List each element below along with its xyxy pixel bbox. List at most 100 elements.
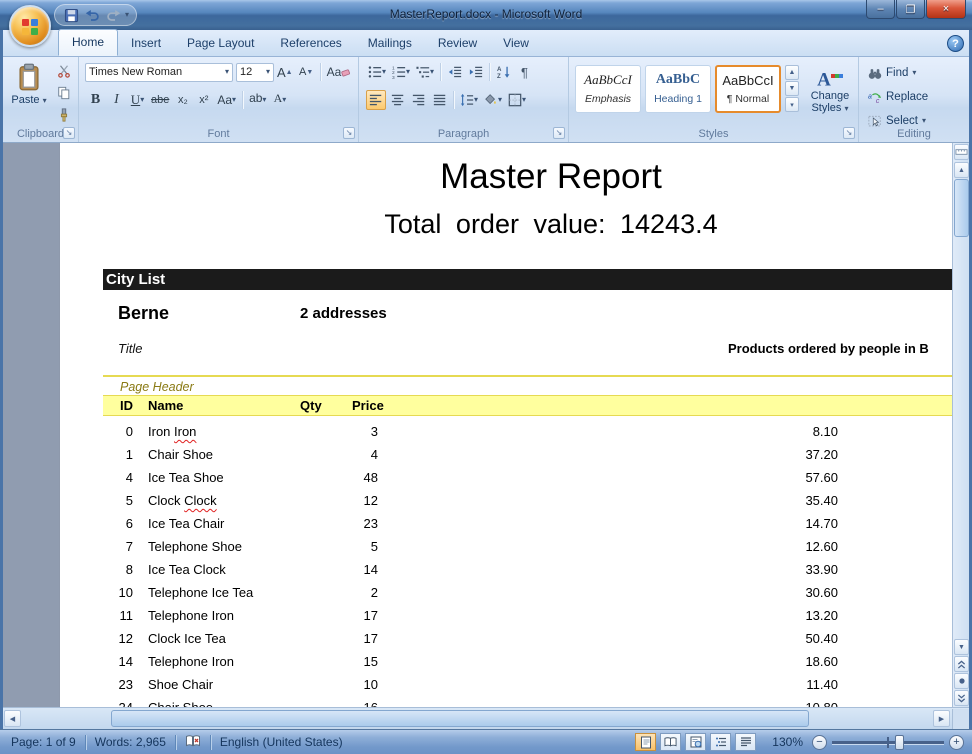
clear-formatting-button[interactable]: Aa bbox=[325, 62, 353, 82]
scroll-left-button[interactable]: ◀ bbox=[4, 710, 21, 727]
scroll-down-button[interactable]: ▼ bbox=[954, 639, 969, 655]
change-styles-button[interactable]: A Change Styles ▾ bbox=[803, 63, 857, 114]
bold-button[interactable]: B bbox=[86, 90, 105, 110]
cell-id: 11 bbox=[100, 604, 133, 627]
zoom-slider[interactable] bbox=[832, 733, 944, 751]
strikethrough-button[interactable]: abe bbox=[149, 90, 171, 110]
ruler-icon bbox=[955, 147, 968, 157]
multilevel-list-button[interactable]: ▾ bbox=[414, 62, 436, 82]
font-color-button[interactable]: A▾ bbox=[270, 90, 289, 110]
font-name-combobox[interactable]: Times New Roman ▾ bbox=[85, 63, 233, 82]
replace-button[interactable]: ac Replace bbox=[865, 87, 931, 107]
previous-page-button[interactable] bbox=[954, 656, 969, 672]
misspelled-word: Clock bbox=[184, 493, 217, 508]
increase-indent-button[interactable] bbox=[466, 62, 485, 82]
format-painter-button[interactable] bbox=[54, 105, 73, 125]
scroll-up-button[interactable]: ▲ bbox=[954, 162, 969, 178]
scroll-right-button[interactable]: ▶ bbox=[933, 710, 950, 727]
shading-button[interactable]: ▾ bbox=[482, 90, 504, 110]
zoom-slider-handle[interactable] bbox=[895, 735, 904, 750]
svg-text:A: A bbox=[497, 66, 502, 73]
zoom-level-button[interactable]: 130% bbox=[768, 735, 807, 749]
style-heading1[interactable]: AaBbC Heading 1 bbox=[645, 65, 711, 113]
minimize-button[interactable]: – bbox=[866, 0, 895, 19]
shrink-font-button[interactable]: A▼ bbox=[297, 62, 316, 82]
horizontal-scroll-thumb[interactable] bbox=[111, 710, 809, 727]
select-label: Select bbox=[886, 115, 918, 127]
office-button[interactable] bbox=[9, 5, 51, 47]
change-case-button[interactable]: Aa▾ bbox=[215, 90, 238, 110]
tab-mailings[interactable]: Mailings bbox=[355, 31, 425, 56]
sort-button[interactable]: AZ bbox=[494, 62, 513, 82]
next-page-button[interactable] bbox=[954, 690, 969, 706]
tab-review[interactable]: Review bbox=[425, 31, 490, 56]
document-page[interactable]: Master Report Total order value: 14243.4… bbox=[60, 143, 969, 707]
styles-dialog-launcher[interactable]: ↘ bbox=[843, 127, 855, 139]
close-button[interactable]: × bbox=[926, 0, 966, 19]
styles-gallery-more-button[interactable]: ▾ bbox=[785, 97, 799, 112]
styles-scroll-up-button[interactable]: ▲ bbox=[785, 65, 799, 80]
web-layout-view-button[interactable] bbox=[685, 733, 706, 751]
line-spacing-button[interactable]: ▾ bbox=[458, 90, 480, 110]
subscript-button[interactable]: x₂ bbox=[173, 90, 192, 110]
font-size-combobox[interactable]: 12 ▾ bbox=[236, 63, 274, 82]
styles-gallery-scroll: ▲ ▼ ▾ bbox=[785, 65, 799, 112]
text-highlight-button[interactable]: ab▾ bbox=[247, 90, 268, 110]
ruler-toggle-button[interactable] bbox=[954, 144, 969, 160]
language-indicator[interactable]: English (United States) bbox=[216, 735, 347, 749]
cell-price: 8.10 bbox=[660, 420, 838, 443]
justify-button[interactable] bbox=[430, 90, 449, 110]
font-dialog-launcher[interactable]: ↘ bbox=[343, 127, 355, 139]
tab-references[interactable]: References bbox=[267, 31, 354, 56]
fullscreen-reading-view-button[interactable] bbox=[660, 733, 681, 751]
outline-view-button[interactable] bbox=[710, 733, 731, 751]
show-formatting-marks-button[interactable]: ¶ bbox=[515, 62, 534, 82]
styles-scroll-down-button[interactable]: ▼ bbox=[785, 81, 799, 96]
draft-view-button[interactable] bbox=[735, 733, 756, 751]
word-count[interactable]: Words: 2,965 bbox=[91, 735, 170, 749]
cell-price: 13.20 bbox=[660, 604, 838, 627]
cell-id: 6 bbox=[100, 512, 133, 535]
table-header-row: ID Name Qty Price bbox=[103, 395, 969, 416]
styles-group-label: Styles bbox=[569, 128, 858, 140]
tab-insert[interactable]: Insert bbox=[118, 31, 174, 56]
align-center-button[interactable] bbox=[388, 90, 407, 110]
vertical-scrollbar[interactable]: ▲ ▼ bbox=[952, 143, 969, 707]
align-left-button[interactable] bbox=[366, 90, 386, 110]
italic-button[interactable]: I bbox=[107, 90, 126, 110]
cut-button[interactable] bbox=[54, 61, 73, 81]
maximize-button[interactable]: ❐ bbox=[896, 0, 925, 19]
horizontal-scrollbar[interactable]: ◀ ▶ bbox=[3, 707, 969, 729]
table-row: 14Telephone Iron1518.60 bbox=[60, 650, 969, 673]
borders-button[interactable]: ▾ bbox=[506, 90, 528, 110]
style-normal[interactable]: AaBbCcI ¶ Normal bbox=[715, 65, 781, 113]
zoom-out-button[interactable]: − bbox=[812, 735, 827, 750]
select-browse-object-button[interactable] bbox=[954, 673, 969, 689]
align-right-button[interactable] bbox=[409, 90, 428, 110]
tab-view[interactable]: View bbox=[490, 31, 542, 56]
tab-page-layout[interactable]: Page Layout bbox=[174, 31, 267, 56]
column-header-qty: Qty bbox=[300, 396, 322, 416]
proofing-status-button[interactable] bbox=[181, 734, 205, 751]
change-styles-label: Change Styles bbox=[811, 90, 850, 114]
numbering-button[interactable]: 123▾ bbox=[390, 62, 412, 82]
cell-qty: 17 bbox=[260, 604, 378, 627]
underline-button[interactable]: U▾ bbox=[128, 90, 147, 110]
bullets-button[interactable]: ▾ bbox=[366, 62, 388, 82]
superscript-button[interactable]: x² bbox=[194, 90, 213, 110]
help-button[interactable]: ? bbox=[947, 35, 964, 52]
paragraph-dialog-launcher[interactable]: ↘ bbox=[553, 127, 565, 139]
decrease-indent-button[interactable] bbox=[445, 62, 464, 82]
find-button[interactable]: Find▾ bbox=[865, 63, 919, 83]
grow-font-button[interactable]: A▲ bbox=[275, 62, 295, 82]
page-indicator[interactable]: Page: 1 of 9 bbox=[7, 735, 80, 749]
style-emphasis[interactable]: AaBbCcI Emphasis bbox=[575, 65, 641, 113]
clipboard-dialog-launcher[interactable]: ↘ bbox=[63, 127, 75, 139]
print-layout-view-button[interactable] bbox=[635, 733, 656, 751]
tab-home[interactable]: Home bbox=[58, 29, 118, 56]
copy-button[interactable] bbox=[54, 83, 73, 103]
vertical-scroll-thumb[interactable] bbox=[954, 179, 969, 237]
paste-button[interactable]: Paste ▾ bbox=[8, 60, 50, 128]
document-canvas[interactable]: Master Report Total order value: 14243.4… bbox=[3, 143, 969, 707]
zoom-in-button[interactable]: + bbox=[949, 735, 964, 750]
